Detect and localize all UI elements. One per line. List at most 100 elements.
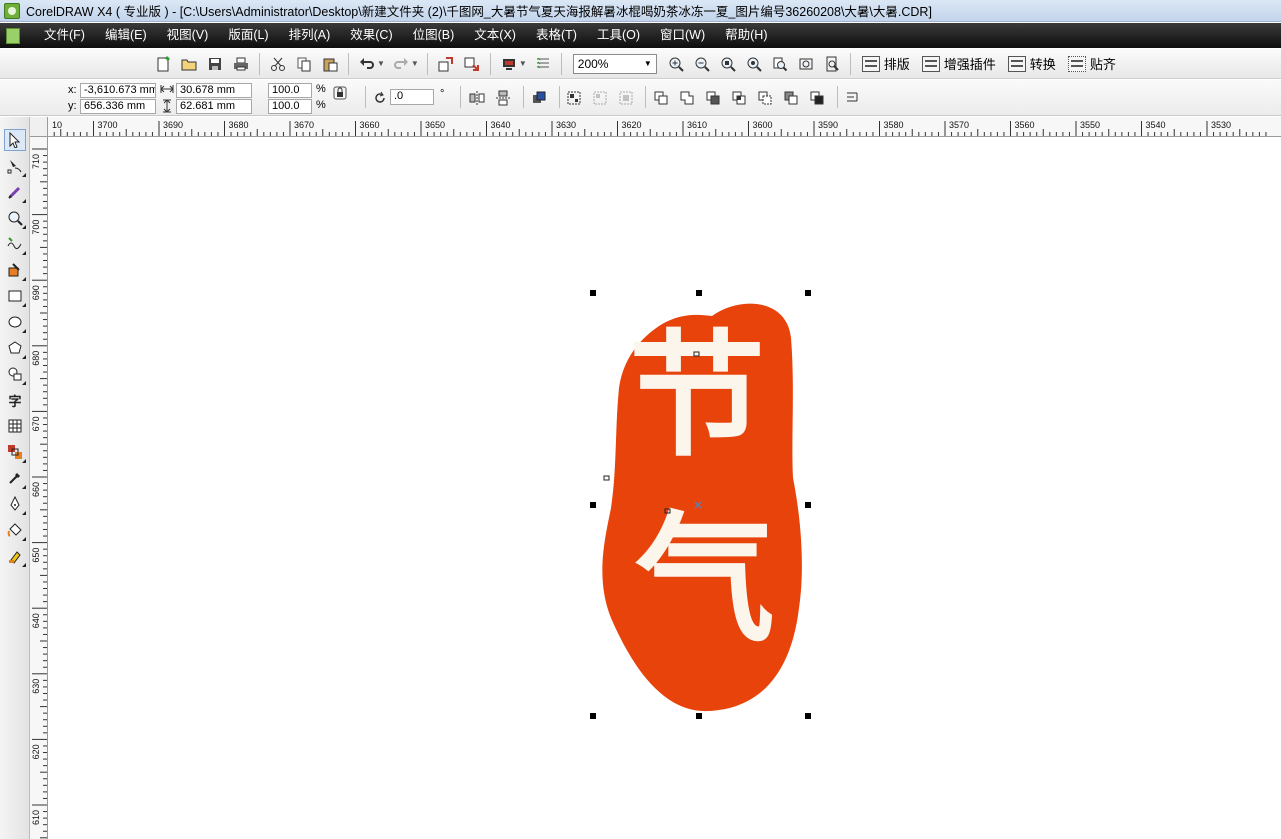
menu-effects[interactable]: 效果(C) (340, 23, 402, 48)
drawing-canvas[interactable]: 节 气 (49, 138, 1281, 839)
menu-layout[interactable]: 版面(L) (218, 23, 278, 48)
title-bar: CorelDRAW X4 ( 专业版 ) - [C:\Users\Adminis… (0, 0, 1281, 22)
trim-icon[interactable] (702, 87, 724, 109)
create-boundary-icon[interactable] (841, 87, 863, 109)
width-field[interactable]: 30.678 mm (176, 83, 252, 98)
undo-icon[interactable] (355, 52, 379, 76)
handle-top-left[interactable] (590, 290, 596, 296)
toolbar-separator (645, 86, 646, 108)
plugin-enhance-button[interactable]: 增强插件 (921, 54, 996, 73)
rectangle-tool-icon[interactable] (4, 285, 26, 307)
print-icon[interactable] (229, 52, 253, 76)
export-icon[interactable] (460, 52, 484, 76)
welcome-screen-icon[interactable] (531, 52, 555, 76)
save-icon[interactable] (203, 52, 227, 76)
redo-dropdown-icon[interactable]: ▼ (411, 59, 419, 68)
width-icon (158, 80, 176, 98)
x-position-field[interactable]: -3,610.673 mm (80, 83, 156, 98)
undo-dropdown-icon[interactable]: ▼ (377, 59, 385, 68)
handle-top-right[interactable] (805, 290, 811, 296)
mirror-horizontal-icon[interactable] (466, 87, 488, 109)
zoom-to-page-width-icon[interactable] (794, 52, 818, 76)
open-folder-icon[interactable] (177, 52, 201, 76)
vertical-ruler[interactable]: 710 700 690 680 670 660 650 640 630 620 610 (30, 137, 48, 839)
interactive-blend-tool-icon[interactable] (4, 441, 26, 463)
scale-x-field[interactable]: 100.0 (268, 83, 312, 98)
shape-tool-icon[interactable] (4, 155, 26, 177)
plugin-snap-button[interactable]: 贴齐 (1067, 54, 1116, 73)
table-tool-icon[interactable] (4, 415, 26, 437)
scale-y-field[interactable]: 100.0 (268, 99, 312, 114)
handle-top-center[interactable] (696, 290, 702, 296)
zoom-tool-icon[interactable] (4, 207, 26, 229)
group-order-icon[interactable] (528, 87, 550, 109)
zoom-level-select[interactable]: 200% ▼ (572, 53, 657, 74)
coreldraw-window: CorelDRAW X4 ( 专业版 ) - [C:\Users\Adminis… (0, 0, 1281, 839)
group-icon[interactable] (563, 87, 585, 109)
zoom-to-all-objects-icon[interactable] (742, 52, 766, 76)
menu-arrange[interactable]: 排列(A) (279, 23, 341, 48)
document-icon[interactable] (6, 27, 20, 44)
ellipse-tool-icon[interactable] (4, 311, 26, 333)
plugin-layout-button[interactable]: 排版 (861, 54, 910, 73)
menu-tools[interactable]: 工具(O) (587, 23, 650, 48)
menu-bitmaps[interactable]: 位图(B) (403, 23, 465, 48)
zoom-to-page-icon[interactable] (768, 52, 792, 76)
smart-fill-tool-icon[interactable] (4, 259, 26, 281)
height-field[interactable]: 62.681 mm (176, 99, 252, 114)
menu-window[interactable]: 窗口(W) (650, 23, 715, 48)
paste-icon[interactable] (318, 52, 342, 76)
menu-file[interactable]: 文件(F) (34, 23, 95, 48)
combine-icon[interactable] (650, 87, 672, 109)
menu-table[interactable]: 表格(T) (526, 23, 587, 48)
crop-tool-icon[interactable] (4, 181, 26, 203)
redo-icon[interactable] (389, 52, 413, 76)
front-minus-back-icon[interactable] (780, 87, 802, 109)
menu-edit[interactable]: 编辑(E) (95, 23, 157, 48)
pick-tool-icon[interactable] (4, 129, 26, 151)
fill-tool-icon[interactable] (4, 519, 26, 541)
launcher-dropdown-icon[interactable]: ▼ (519, 59, 527, 68)
freehand-tool-icon[interactable] (4, 233, 26, 255)
zoom-to-page-height-icon[interactable] (820, 52, 844, 76)
handle-middle-right[interactable] (805, 502, 811, 508)
lock-ratio-icon[interactable] (330, 83, 350, 103)
zoom-in-icon[interactable] (664, 52, 688, 76)
height-icon (158, 97, 176, 115)
rotation-angle-field[interactable]: .0 (390, 89, 434, 105)
handle-bottom-left[interactable] (590, 713, 596, 719)
basic-shapes-tool-icon[interactable] (4, 363, 26, 385)
interactive-fill-tool-icon[interactable] (4, 545, 26, 567)
node-marker[interactable] (603, 475, 610, 481)
flyout-corner-icon (22, 277, 26, 281)
intersect-icon[interactable] (728, 87, 750, 109)
y-position-field[interactable]: 656.336 mm (80, 99, 156, 114)
ungroup-all-icon[interactable] (615, 87, 637, 109)
ruler-origin-corner[interactable] (30, 117, 48, 137)
menu-help[interactable]: 帮助(H) (715, 23, 777, 48)
horizontal-ruler[interactable]: 10 3700 3690 3680 3670 3660 3650 3640 3630 3620 36… (48, 117, 1281, 137)
cut-icon[interactable] (266, 52, 290, 76)
ungroup-icon[interactable] (589, 87, 611, 109)
new-document-icon[interactable] (151, 52, 175, 76)
handle-bottom-center[interactable] (696, 713, 702, 719)
weld-icon[interactable] (676, 87, 698, 109)
eyedropper-tool-icon[interactable] (4, 467, 26, 489)
application-launcher-icon[interactable] (497, 52, 521, 76)
text-tool-icon[interactable]: 字 (4, 389, 26, 411)
outline-pen-tool-icon[interactable] (4, 493, 26, 515)
handle-middle-left[interactable] (590, 502, 596, 508)
menu-view[interactable]: 视图(V) (157, 23, 219, 48)
import-icon[interactable] (434, 52, 458, 76)
menu-text[interactable]: 文本(X) (464, 23, 526, 48)
zoom-to-selected-icon[interactable] (716, 52, 740, 76)
simplify-icon[interactable] (754, 87, 776, 109)
mirror-vertical-icon[interactable] (492, 87, 514, 109)
handle-bottom-right[interactable] (805, 713, 811, 719)
copy-icon[interactable] (292, 52, 316, 76)
plugin-convert-button[interactable]: 转换 (1007, 54, 1056, 73)
zoom-out-icon[interactable] (690, 52, 714, 76)
property-bar: x: -3,610.673 mm y: 656.336 mm 30.678 mm… (0, 80, 1281, 116)
polygon-tool-icon[interactable] (4, 337, 26, 359)
back-minus-front-icon[interactable] (806, 87, 828, 109)
